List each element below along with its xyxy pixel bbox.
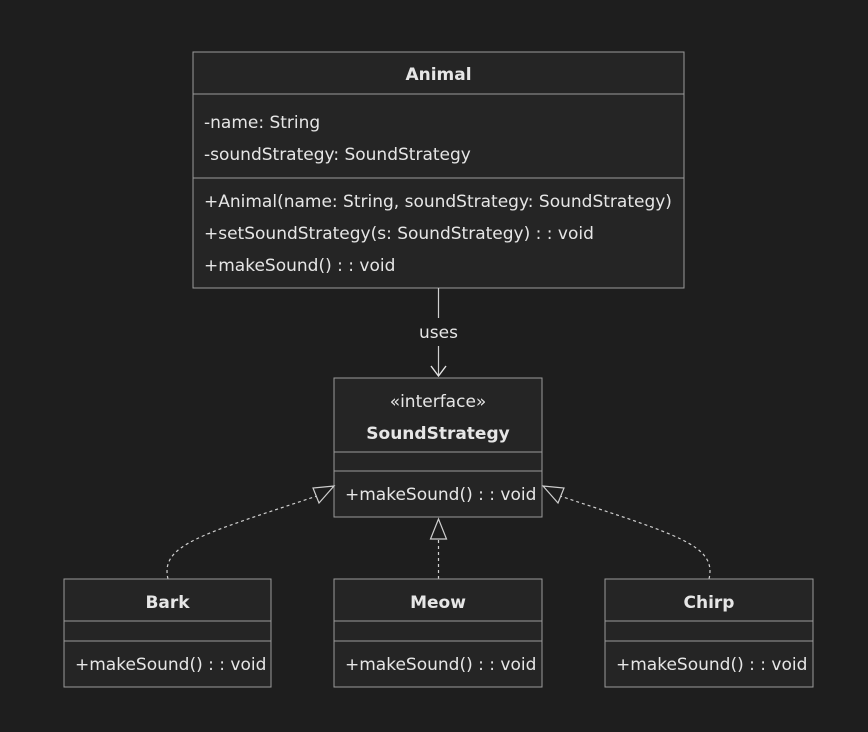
relation-chirp-realizes-line [559,495,711,580]
class-meow-name: Meow [410,593,466,613]
relation-bark-realizes-arrowhead [312,485,336,505]
class-animal-method: +makeSound() : : void [204,256,395,276]
class-meow-method: +makeSound() : : void [345,655,536,675]
class-animal: Animal -name: String -soundStrategy: Sou… [192,51,685,289]
class-animal-attribute: -name: String [204,113,320,133]
class-bark-method: +makeSound() : : void [75,655,266,675]
relation-chirp-realizes [541,485,711,580]
relation-uses: uses [419,288,458,378]
relation-bark-realizes [166,485,336,580]
class-sound-strategy-stereotype: «interface» [390,392,487,412]
class-chirp: Chirp +makeSound() : : void [604,578,814,688]
class-sound-strategy: «interface» SoundStrategy +makeSound() :… [333,377,543,518]
class-bark-name: Bark [145,593,190,613]
relation-bark-realizes-line [166,495,318,580]
class-animal-method: +setSoundStrategy(s: SoundStrategy) : : … [204,224,594,244]
class-animal-name: Animal [405,65,471,85]
class-animal-box [192,51,685,289]
relation-meow-realizes [429,517,448,579]
class-chirp-method: +makeSound() : : void [616,655,807,675]
class-chirp-name: Chirp [684,593,735,613]
class-bark: Bark +makeSound() : : void [63,578,272,688]
class-sound-strategy-name: SoundStrategy [366,424,509,444]
class-animal-attribute: -soundStrategy: SoundStrategy [204,145,471,165]
class-animal-method: +Animal(name: String, soundStrategy: Sou… [204,192,672,212]
relation-chirp-realizes-arrowhead [541,485,565,505]
uml-class-diagram: Animal -name: String -soundStrategy: Sou… [63,51,814,688]
class-sound-strategy-method: +makeSound() : : void [345,485,536,505]
relation-meow-realizes-arrowhead [429,517,448,540]
relation-uses-label: uses [419,323,458,343]
class-meow: Meow +makeSound() : : void [333,578,543,688]
